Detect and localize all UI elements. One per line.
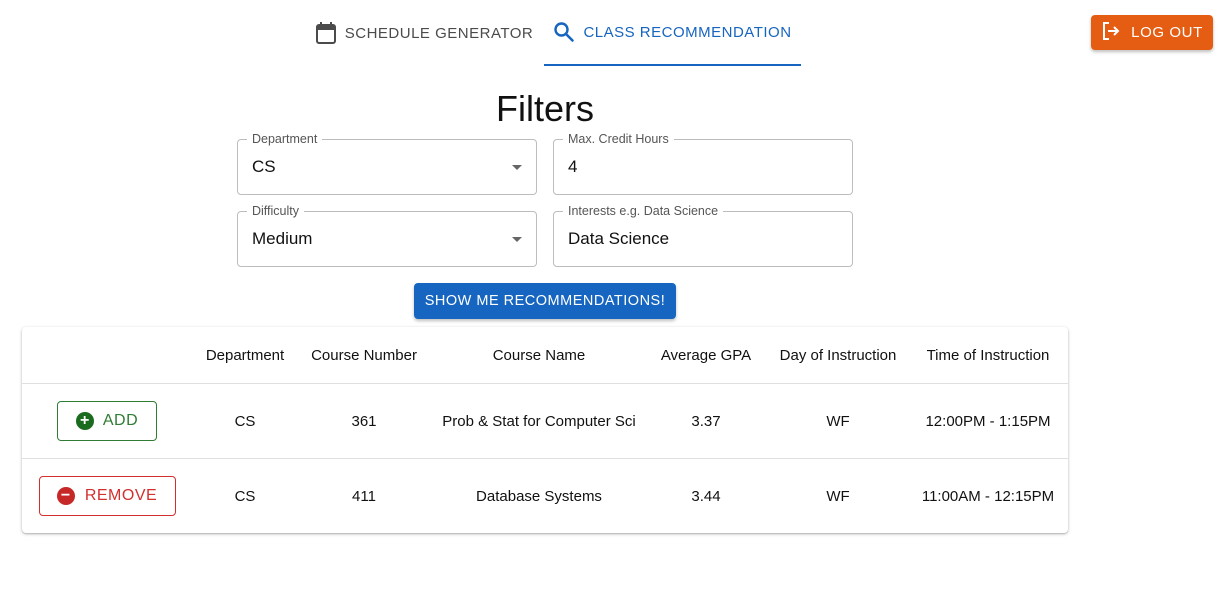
course-name-cell: Database Systems — [476, 487, 602, 505]
interests-label: Interests e.g. Data Science — [563, 203, 724, 219]
calendar-icon — [315, 21, 337, 45]
filters-title: Filters — [496, 88, 594, 129]
interests-input[interactable]: Interests e.g. Data Science Data Science — [553, 203, 853, 267]
header-department: Department — [205, 346, 285, 364]
header-average-gpa: Average GPA — [660, 346, 752, 364]
department-label: Department — [247, 131, 323, 147]
search-icon — [553, 21, 575, 43]
add-label: ADD — [102, 412, 139, 429]
difficulty-select[interactable]: Difficulty Medium — [237, 203, 537, 267]
max-credit-hours-label: Max. Credit Hours — [563, 131, 674, 147]
header-time-of-instruction: Time of Instruction — [926, 346, 1050, 364]
department-cell: CS — [234, 487, 256, 505]
dropdown-arrow-icon[interactable] — [512, 165, 522, 170]
action-cell: + ADD — [22, 384, 192, 458]
max-credit-hours-input[interactable]: Max. Credit Hours 4 — [553, 131, 853, 195]
add-circle-icon: + — [75, 412, 94, 430]
show-recommendations-button[interactable]: SHOW ME RECOMMENDATIONS! — [414, 283, 676, 319]
department-select[interactable]: Department CS — [237, 131, 537, 195]
action-cell: − REMOVE — [22, 459, 192, 533]
header-day-of-instruction: Day of Instruction — [779, 346, 897, 364]
time-cell: 11:00AM - 12:15PM — [921, 487, 1055, 505]
department-value: CS — [252, 157, 276, 176]
dropdown-arrow-icon[interactable] — [512, 237, 522, 242]
remove-label: REMOVE — [84, 487, 158, 504]
department-cell: CS — [234, 412, 256, 430]
header-course-number: Course Number — [311, 346, 417, 364]
add-course-button[interactable]: + ADD — [57, 401, 157, 441]
header-course-name: Course Name — [492, 346, 586, 364]
day-cell: WF — [826, 412, 850, 430]
header-action — [22, 327, 192, 383]
tab-class-recommendation[interactable]: CLASS RECOMMENDATION — [544, 0, 801, 66]
course-number-cell: 411 — [352, 487, 376, 505]
course-name-cell: Prob & Stat for Computer Sci — [442, 412, 636, 430]
table-header-row: Department Course Number Course Name Ave… — [22, 327, 1068, 384]
day-cell: WF — [826, 487, 850, 505]
table-row: + ADD CS 361 Prob & Stat for Computer Sc… — [22, 384, 1068, 459]
recommendations-table: Department Course Number Course Name Ave… — [22, 327, 1068, 533]
average-gpa-cell: 3.37 — [691, 412, 721, 430]
time-cell: 12:00PM - 1:15PM — [925, 412, 1051, 430]
difficulty-label: Difficulty — [247, 203, 305, 219]
remove-circle-icon: − — [56, 487, 75, 505]
tab-label: CLASS RECOMMENDATION — [583, 23, 792, 41]
logout-icon — [1101, 21, 1121, 45]
interests-value[interactable]: Data Science — [568, 229, 669, 249]
average-gpa-cell: 3.44 — [691, 487, 721, 505]
logout-label: LOG OUT — [1131, 24, 1203, 41]
tab-label: SCHEDULE GENERATOR — [344, 24, 534, 42]
max-credit-hours-value[interactable]: 4 — [568, 157, 577, 177]
difficulty-value: Medium — [252, 229, 313, 248]
table-row: − REMOVE CS 411 Database Systems 3.44 WF… — [22, 459, 1068, 533]
course-number-cell: 361 — [351, 412, 377, 430]
logout-button[interactable]: LOG OUT — [1091, 15, 1213, 50]
tab-schedule-generator[interactable]: SCHEDULE GENERATOR — [305, 0, 543, 66]
remove-course-button[interactable]: − REMOVE — [38, 476, 176, 516]
